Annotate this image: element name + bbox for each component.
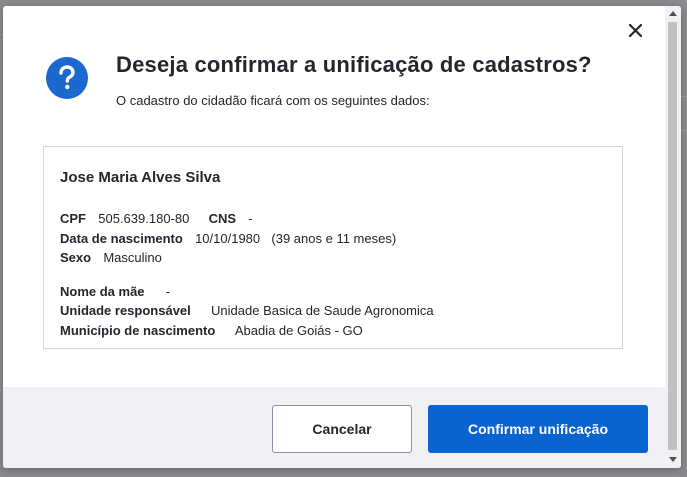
divider — [681, 130, 687, 131]
cns-value: - — [248, 211, 253, 226]
age-value: (39 anos e 11 meses) — [271, 231, 397, 246]
cancel-button[interactable]: Cancelar — [272, 405, 412, 453]
cpf-label: CPF — [60, 211, 86, 226]
cpf-value: 505.639.180-80 — [98, 211, 190, 226]
citizen-data-card: Jose Maria Alves Silva CPF 505.639.180-8… — [43, 146, 623, 349]
birthplace-label: Município de nascimento — [60, 323, 216, 338]
close-button[interactable] — [625, 20, 645, 40]
sex-label: Sexo — [60, 250, 92, 265]
question-circle-icon — [46, 57, 88, 99]
mother-value: - — [165, 284, 171, 299]
birthplace-row: Município de nascimento Abadia de Goiás … — [60, 323, 363, 338]
mother-row: Nome da mãe - — [60, 284, 170, 299]
document-row: CPF 505.639.180-80 CNS - — [60, 211, 253, 226]
confirm-unification-dialog: Deseja confirmar a unificação de cadastr… — [3, 6, 681, 468]
scroll-down-arrow-icon[interactable] — [669, 457, 677, 462]
unit-label: Unidade responsável — [60, 303, 191, 318]
sex-value: Masculino — [103, 250, 162, 265]
dialog-title: Deseja confirmar a unificação de cadastr… — [116, 52, 592, 77]
unit-row: Unidade responsável Unidade Basica de Sa… — [60, 303, 434, 318]
sex-row: Sexo Masculino — [60, 250, 162, 265]
divider — [681, 96, 687, 97]
birth-value: 10/10/1980 — [195, 231, 261, 246]
mother-label: Nome da mãe — [60, 284, 145, 299]
birthplace-value: Abadia de Goiás - GO — [234, 323, 363, 338]
birth-label: Data de nascimento — [60, 231, 183, 246]
cns-label: CNS — [208, 211, 237, 226]
scrollbar-thumb[interactable] — [668, 22, 677, 450]
confirm-unification-button[interactable]: Confirmar unificação — [428, 405, 648, 453]
citizen-name: Jose Maria Alves Silva — [60, 169, 221, 186]
birth-row: Data de nascimento 10/10/1980 (39 anos e… — [60, 231, 396, 246]
unit-value: Unidade Basica de Saude Agronomica — [211, 303, 434, 318]
vertical-scrollbar[interactable] — [665, 6, 681, 468]
scroll-up-arrow-icon[interactable] — [669, 11, 677, 16]
dialog-subtitle: O cadastro do cidadão ficará com os segu… — [116, 93, 430, 108]
close-icon — [628, 23, 642, 37]
